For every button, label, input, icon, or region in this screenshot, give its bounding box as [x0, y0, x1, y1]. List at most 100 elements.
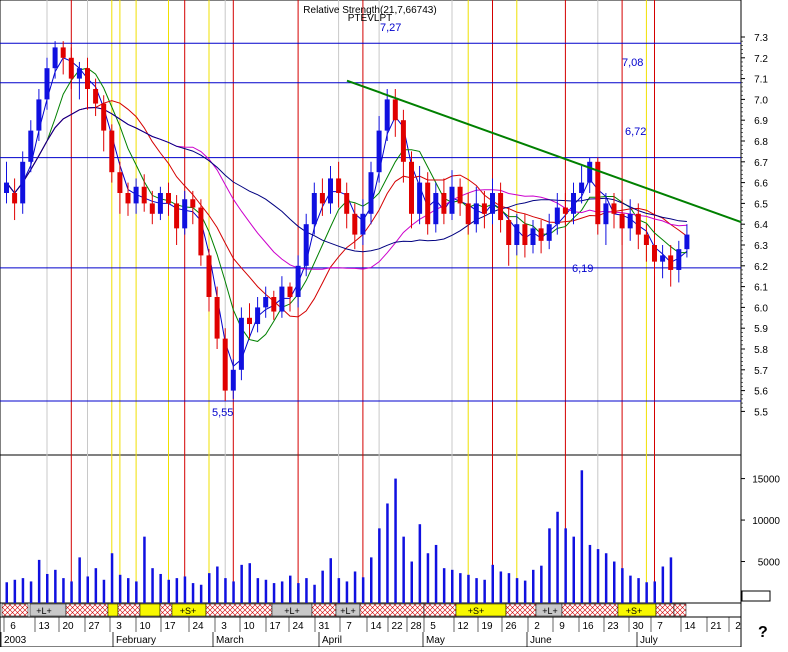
price-tick-label: 6.9 [754, 116, 768, 127]
candle-body [522, 224, 528, 245]
volume-bar [289, 575, 292, 603]
candle-body [85, 68, 90, 89]
volume-bar [37, 559, 41, 603]
stock-chart: 7,277,086,726,195,55 +L+ +S+ +L+ +L+ +S+ +L+ +… [0, 0, 788, 648]
volume-bar [337, 578, 341, 603]
candle-body [76, 68, 82, 79]
candle-body [125, 193, 131, 204]
candle-body [506, 220, 512, 245]
volume-bar [637, 578, 640, 603]
volume-bar [70, 581, 73, 603]
candle-body [93, 89, 99, 104]
volume-bar [491, 564, 494, 603]
candle-body [538, 228, 544, 241]
volume-bar [613, 561, 616, 603]
candle-body [295, 265, 301, 297]
volume-bar [353, 571, 357, 603]
day-label: 2 [735, 621, 741, 632]
day-label: 31 [318, 621, 330, 632]
day-label: 16 [582, 621, 594, 632]
signal-segment [673, 603, 687, 617]
signal-segment [423, 603, 457, 617]
candle-body [255, 307, 261, 325]
signal-segment [139, 603, 161, 617]
month-label: March [216, 635, 244, 646]
candle-body [627, 213, 633, 229]
signal-label: +L+ [36, 606, 52, 616]
volume-bar [361, 577, 365, 603]
signal-segment [107, 603, 119, 617]
right-scroll-box[interactable] [741, 590, 771, 602]
volume-bar [5, 582, 8, 603]
volume-bar [151, 568, 154, 603]
price-tick-label: 6.5 [754, 199, 768, 210]
candle-body [279, 286, 285, 312]
volume-bar [297, 583, 300, 603]
day-label: 7 [657, 621, 663, 632]
volume-bar [475, 578, 478, 603]
day-label: 9 [559, 621, 565, 632]
volume-bar [451, 569, 454, 603]
volume-bar [167, 579, 170, 603]
volume-bar [596, 549, 600, 603]
volume-bar [175, 578, 179, 603]
volume-bar [321, 570, 324, 603]
volume-bar [135, 581, 138, 603]
month-label: July [640, 635, 658, 646]
volume-bar [102, 579, 106, 603]
volume-bar [645, 582, 648, 603]
volume-bar [588, 544, 592, 603]
day-label: 3 [116, 621, 122, 632]
candle-body [449, 186, 455, 214]
volume-bar [110, 553, 114, 603]
candle-body [214, 297, 220, 339]
price-tick-label: 6.7 [754, 158, 768, 169]
volume-bar [370, 557, 373, 603]
volume-bar [54, 569, 57, 603]
volume-bar [21, 578, 25, 603]
day-label: 20 [62, 621, 74, 632]
volume-bar [240, 564, 243, 603]
volume-bar [499, 571, 503, 603]
signal-label: +L+ [542, 606, 558, 616]
price-tick-label: 5.6 [754, 387, 768, 398]
volume-bar [442, 568, 446, 603]
volume-bar [459, 573, 462, 603]
price-tick-label: 7.0 [754, 95, 768, 106]
candle-body [149, 203, 155, 214]
candle-body [635, 213, 641, 235]
signal-segment [205, 603, 273, 617]
volume-bar [62, 578, 65, 603]
candle-body [101, 103, 107, 131]
signal-label: +S+ [180, 606, 197, 616]
volume-bar [426, 553, 430, 603]
candle-body [481, 203, 487, 214]
candle-body [562, 207, 568, 214]
volume-bar [564, 528, 567, 603]
candle-body [344, 193, 350, 214]
volume-bar [669, 557, 673, 603]
candle-body [490, 193, 495, 214]
candle-body [684, 234, 690, 250]
signal-segment [311, 603, 337, 617]
volume-bar [507, 573, 511, 603]
volume-bar [29, 581, 33, 603]
candle-body [319, 193, 325, 204]
volume-bar [653, 581, 656, 603]
volume-bar [143, 536, 146, 603]
volume-bar [127, 578, 130, 603]
volume-bar [629, 575, 632, 603]
day-label: 5 [430, 621, 436, 632]
day-label: 10 [139, 621, 151, 632]
volume-bar [580, 470, 584, 603]
volume-bar [256, 578, 260, 603]
candle-body [457, 186, 463, 204]
candle-body [587, 161, 593, 183]
signal-segment [505, 603, 537, 617]
title-line-2: PTEVLPT [348, 13, 392, 24]
candle-body [157, 193, 163, 214]
candle-body [514, 224, 520, 245]
volume-bar [556, 511, 559, 603]
help-icon[interactable]: ? [758, 624, 768, 642]
candle-body [198, 207, 204, 256]
